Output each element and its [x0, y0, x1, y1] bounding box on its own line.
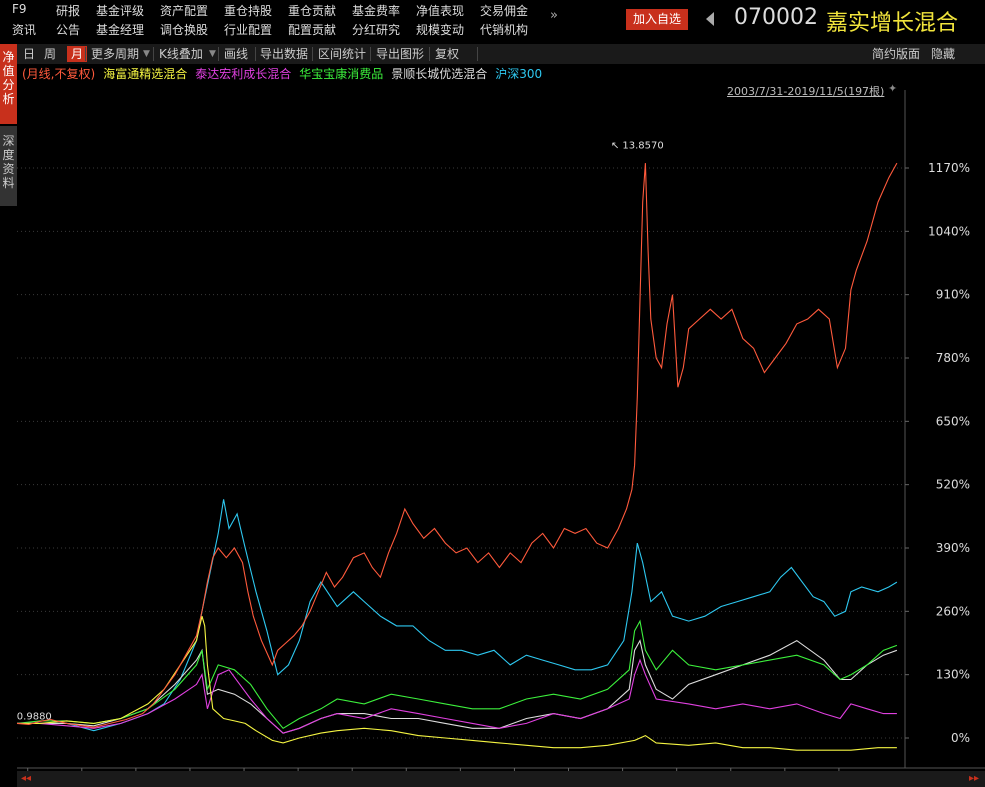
y-tick-label: 650% [936, 414, 970, 428]
series-line [17, 658, 897, 734]
nav-chart: 1170% 1040% 910% 780% 650% 520% 390% 260% 130% 0%… [16, 90, 985, 785]
y-tick-label: 1170% [928, 161, 970, 175]
chart-annotation: ↖ 13.8570 [611, 141, 664, 152]
y-tick-label: 520% [936, 478, 970, 492]
y-tick-label: 260% [936, 604, 970, 618]
y-tick-label: 1040% [928, 224, 970, 238]
y-tick-label: 780% [936, 351, 970, 365]
scroll-right-icon[interactable]: ▸▸ [969, 773, 979, 784]
y-tick-label: 390% [936, 541, 970, 555]
timeline-scrollbar[interactable]: ◂◂ ▸▸ [17, 771, 985, 787]
y-tick-label: 0% [951, 731, 970, 745]
series-line [17, 639, 898, 734]
y-tick-label: 130% [936, 668, 970, 682]
series-line [17, 616, 897, 751]
series-line [17, 499, 898, 732]
chart-annotation: 0.9880 [17, 711, 52, 722]
series-line [16, 162, 898, 728]
y-tick-label: 910% [936, 288, 970, 302]
series-line [16, 619, 898, 730]
scroll-left-icon[interactable]: ◂◂ [21, 773, 31, 784]
